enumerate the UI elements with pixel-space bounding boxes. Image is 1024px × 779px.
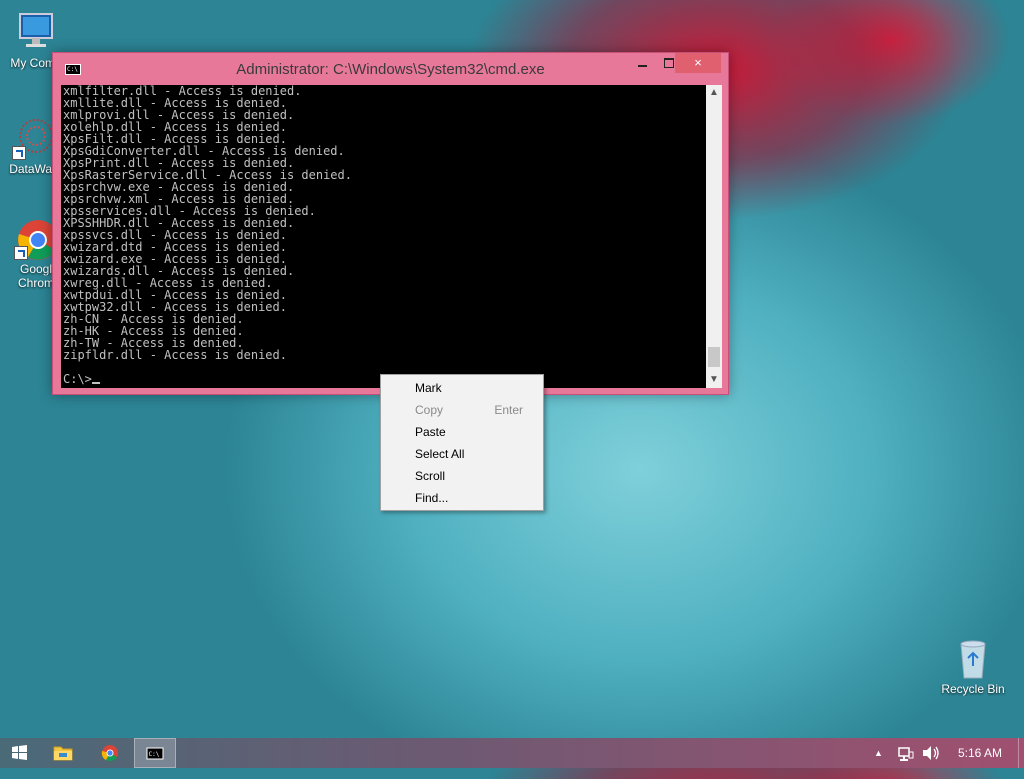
menu-item-paste[interactable]: Paste bbox=[381, 421, 543, 443]
file-explorer-button[interactable] bbox=[43, 738, 83, 768]
recycle-bin-icon bbox=[951, 636, 995, 680]
menu-item-mark[interactable]: Mark bbox=[381, 377, 543, 399]
menu-item-label: Paste bbox=[415, 425, 446, 439]
cmd-window[interactable]: C:\ Administrator: C:\Windows\System32\c… bbox=[52, 52, 729, 395]
vertical-scrollbar[interactable]: ▲ ▼ bbox=[706, 85, 722, 388]
shortcut-arrow-icon bbox=[12, 146, 26, 160]
prompt-text: C:\> bbox=[63, 372, 92, 386]
context-menu: Mark Copy Enter Paste Select All Scroll F… bbox=[380, 374, 544, 511]
desktop-icon-recycle-bin[interactable]: Recycle Bin bbox=[937, 636, 1009, 696]
scroll-up-button[interactable]: ▲ bbox=[706, 85, 722, 101]
cmd-icon: C:\ bbox=[146, 747, 164, 760]
cmd-taskbar-button[interactable]: C:\ bbox=[134, 738, 176, 768]
menu-item-label: Scroll bbox=[415, 469, 446, 483]
show-hidden-icons-button[interactable]: ▲ bbox=[874, 738, 883, 768]
chrome-taskbar-button[interactable] bbox=[90, 738, 130, 768]
menu-item-label: Select All bbox=[415, 447, 465, 461]
volume-icon[interactable] bbox=[921, 738, 941, 768]
windows-logo-icon bbox=[12, 745, 27, 760]
scroll-down-button[interactable]: ▼ bbox=[706, 372, 722, 388]
menu-item-select-all[interactable]: Select All bbox=[381, 443, 543, 465]
menu-item-label: Copy bbox=[415, 403, 444, 417]
menu-item-copy: Copy Enter bbox=[381, 399, 543, 421]
console-lines: xmlfilter.dll - Access is denied. xmllite… bbox=[61, 85, 706, 361]
taskbar: C:\ ▲ 5:16 AM bbox=[0, 738, 1024, 768]
svg-text:C:\: C:\ bbox=[149, 751, 160, 758]
scrollbar-thumb[interactable] bbox=[708, 347, 720, 367]
window-title: Administrator: C:\Windows\System32\cmd.e… bbox=[236, 61, 545, 78]
menu-item-shortcut: Enter bbox=[494, 403, 523, 417]
start-button[interactable] bbox=[0, 738, 40, 768]
show-desktop-button[interactable] bbox=[1018, 738, 1024, 768]
network-icon[interactable] bbox=[897, 738, 915, 768]
command-prompt[interactable]: C:\> bbox=[63, 372, 100, 386]
menu-item-scroll[interactable]: Scroll bbox=[381, 465, 543, 487]
minimize-button[interactable] bbox=[628, 53, 656, 73]
menu-item-label: Mark bbox=[415, 381, 442, 395]
folder-icon bbox=[53, 746, 73, 761]
console-line: zipfldr.dll - Access is denied. bbox=[63, 348, 287, 362]
computer-icon bbox=[14, 10, 58, 54]
desktop-icon-label: Recycle Bin bbox=[941, 682, 1005, 696]
shortcut-arrow-icon bbox=[14, 246, 28, 260]
menu-item-label: Find... bbox=[415, 491, 449, 505]
datawag-icon bbox=[12, 116, 56, 160]
text-cursor bbox=[91, 382, 100, 384]
window-titlebar[interactable]: C:\ Administrator: C:\Windows\System32\c… bbox=[53, 53, 728, 85]
menu-item-find[interactable]: Find... bbox=[381, 487, 543, 509]
clock[interactable]: 5:16 AM bbox=[958, 738, 1002, 768]
chrome-icon bbox=[101, 745, 118, 762]
close-button[interactable]: × bbox=[675, 53, 721, 73]
console-output[interactable]: xmlfilter.dll - Access is denied. xmllite… bbox=[61, 85, 706, 388]
